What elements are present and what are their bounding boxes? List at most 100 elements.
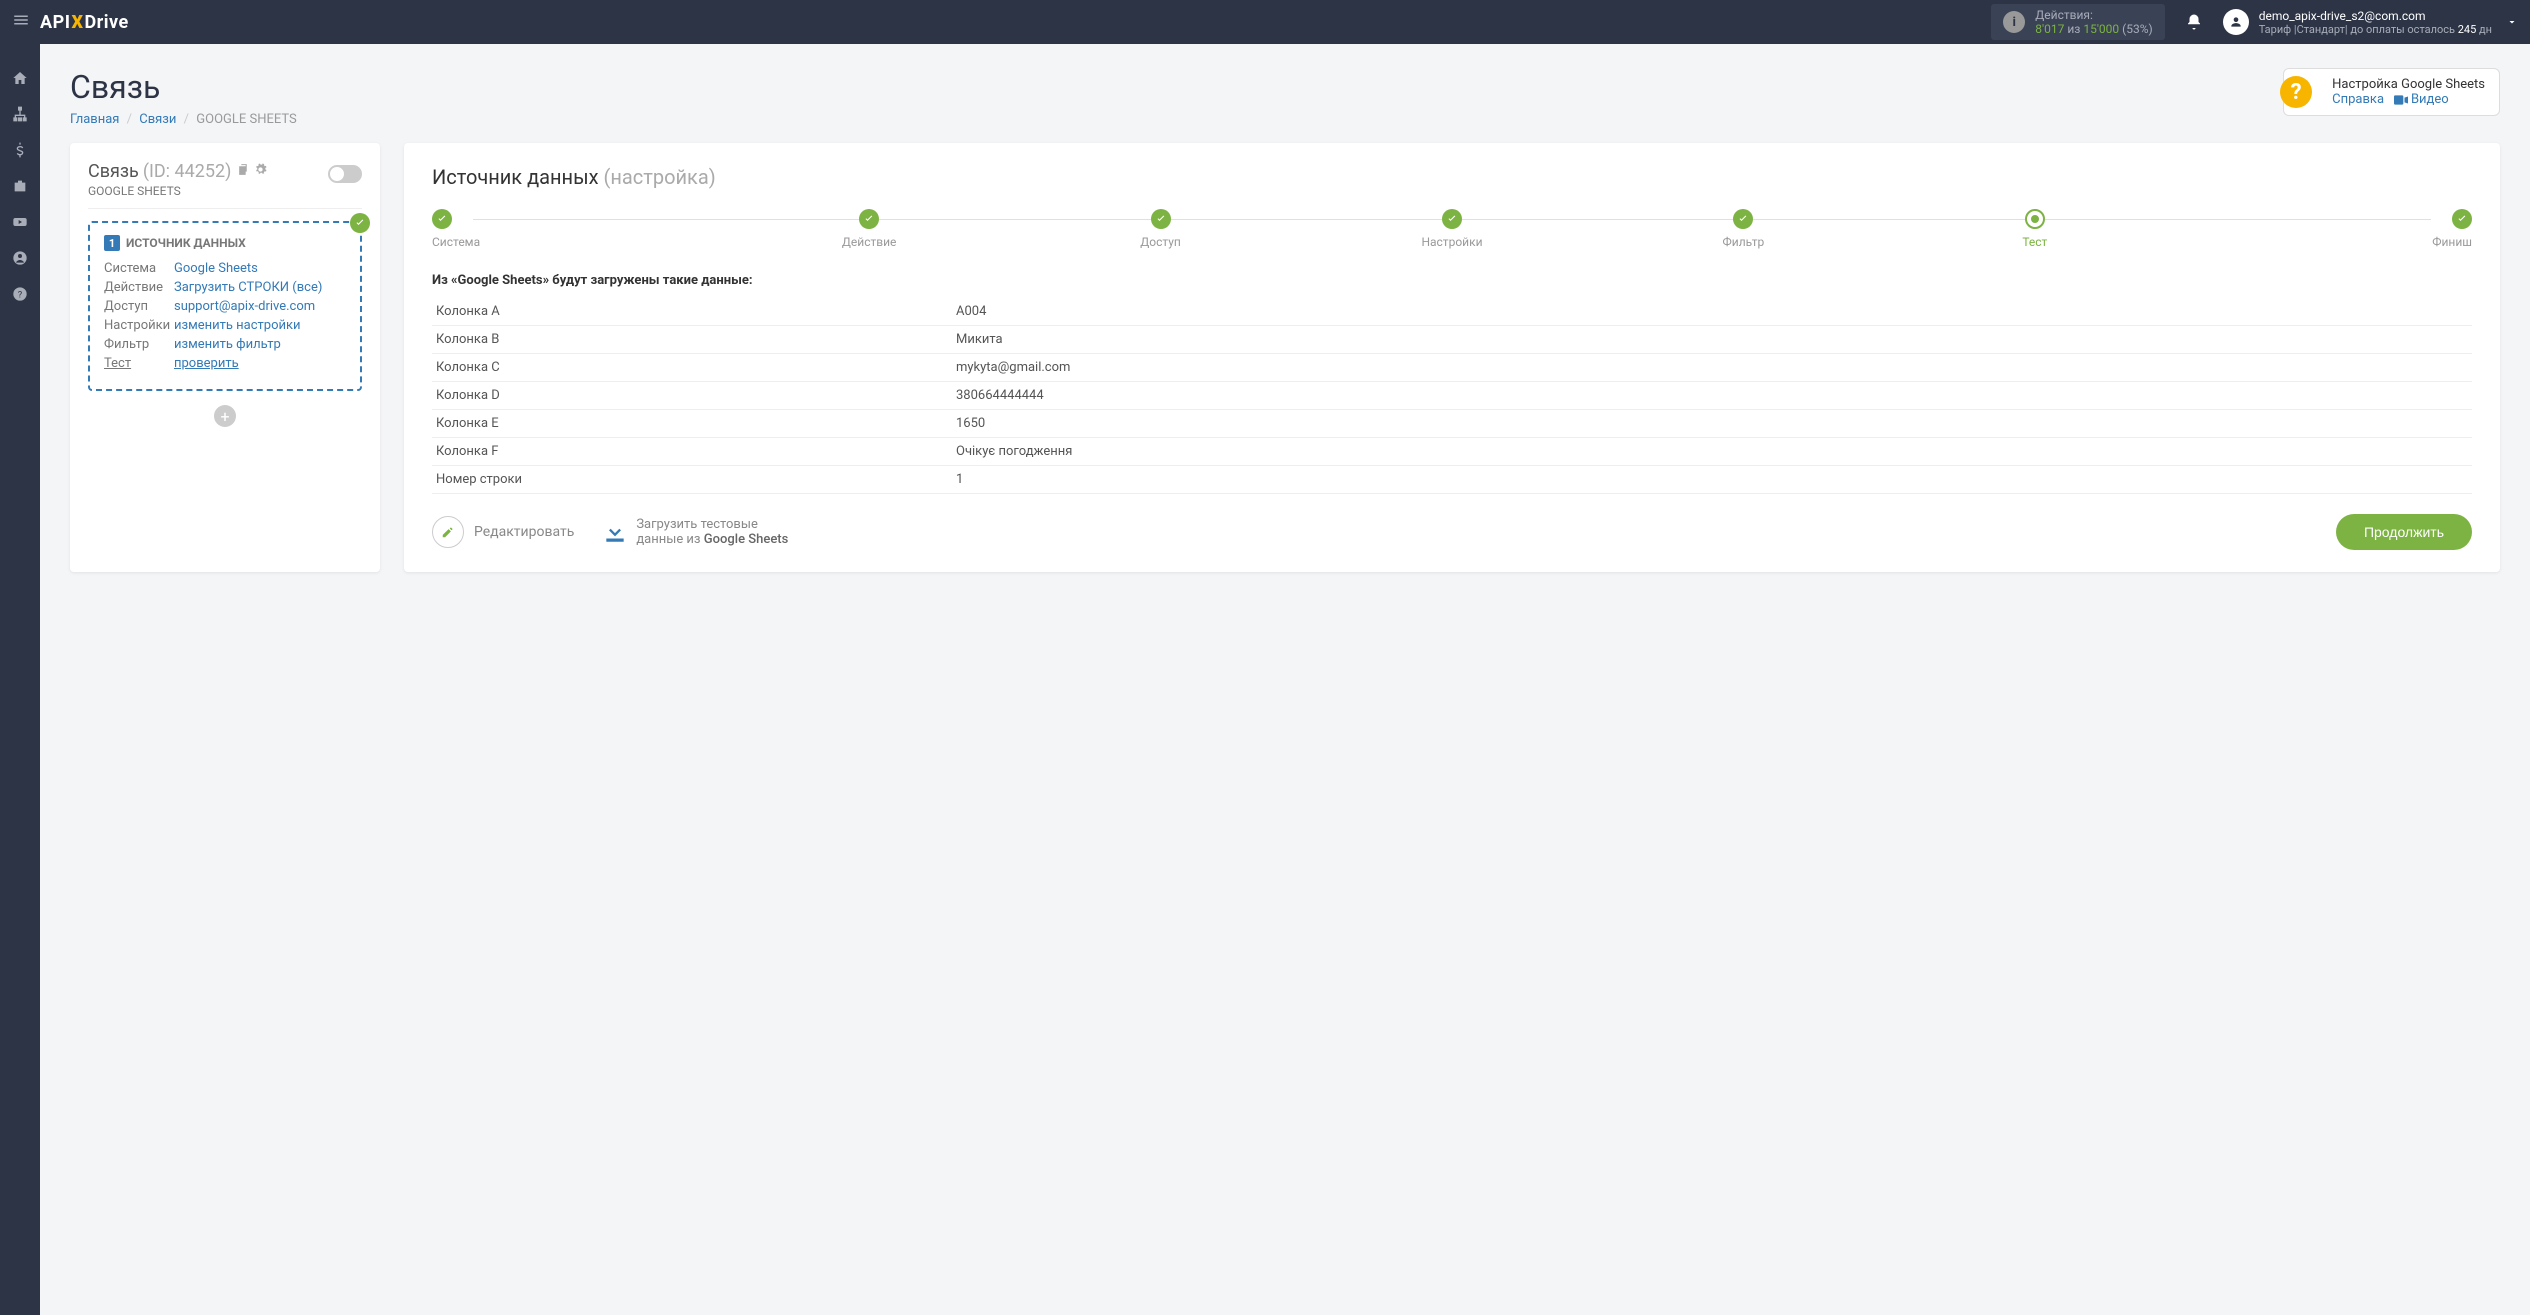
actions-of: из <box>2067 22 2080 36</box>
source-row-value[interactable]: support@apix-drive.com <box>174 299 315 314</box>
step-label: Действие <box>842 235 897 249</box>
table-value: 1650 <box>952 410 2472 438</box>
logo-pre: API <box>40 12 70 33</box>
continue-button[interactable]: Продолжить <box>2336 514 2472 550</box>
source-box: 1 ИСТОЧНИК ДАННЫХ СистемаGoogle Sheets Де… <box>88 221 362 391</box>
step-dot <box>1733 209 1753 229</box>
source-row-label: Фильтр <box>104 337 174 352</box>
connection-title: Связь <box>88 161 139 182</box>
source-row: ДействиеЗагрузить СТРОКИ (все) <box>104 280 346 295</box>
table-key: Колонка C <box>432 354 952 382</box>
breadcrumb: Главная / Связи / GOOGLE SHEETS <box>70 112 297 127</box>
table-row: Номер строки1 <box>432 466 2472 494</box>
source-row-value[interactable]: Google Sheets <box>174 261 258 276</box>
sidebar-work[interactable] <box>0 168 40 204</box>
breadcrumb-links[interactable]: Связи <box>139 112 176 127</box>
actions-total: 15'000 <box>2083 22 2119 36</box>
table-row: Колонка E1650 <box>432 410 2472 438</box>
source-row-value[interactable]: проверить <box>174 356 239 371</box>
copy-icon[interactable] <box>237 163 250 176</box>
table-row: Колонка AA004 <box>432 298 2472 326</box>
step-label: Тест <box>2022 235 2047 249</box>
data-source-card: Источник данных (настройка) СистемаДейст… <box>404 143 2500 572</box>
sidebar-billing[interactable] <box>0 132 40 168</box>
sidebar-video[interactable] <box>0 204 40 240</box>
sidebar: ? <box>0 44 40 1315</box>
page-title: Связь <box>70 68 297 106</box>
table-row: Колонка D380664444444 <box>432 382 2472 410</box>
step-label: Доступ <box>1140 235 1181 249</box>
edit-label: Редактировать <box>474 524 574 540</box>
data-table: Колонка AA004Колонка BМикитаКолонка Cmyk… <box>432 298 2472 494</box>
info-icon: i <box>2003 11 2025 33</box>
actions-pct: (53%) <box>2122 22 2153 36</box>
user-icon <box>2229 15 2243 29</box>
logo[interactable]: APIXDrive <box>40 12 129 33</box>
actions-label: Действия: <box>2035 8 2152 22</box>
step-label: Настройки <box>1421 235 1482 249</box>
help-question-icon: ? <box>2280 76 2312 108</box>
table-value: A004 <box>952 298 2472 326</box>
actions-counter[interactable]: i Действия: 8'017 из 15'000 (53%) <box>1991 4 2164 40</box>
step-настройки[interactable]: Настройки <box>1306 209 1597 249</box>
briefcase-icon <box>12 178 28 194</box>
step-label: Система <box>432 235 480 249</box>
table-value: Очікує погодження <box>952 438 2472 466</box>
source-row-value[interactable]: Загрузить СТРОКИ (все) <box>174 280 322 295</box>
table-value: 380664444444 <box>952 382 2472 410</box>
step-доступ[interactable]: Доступ <box>1015 209 1306 249</box>
gear-icon[interactable] <box>254 163 267 176</box>
source-row-label: Тест <box>104 356 174 371</box>
table-row: Колонка Cmykyta@gmail.com <box>432 354 2472 382</box>
load-test-button[interactable]: Загрузить тестовые данные из Google Shee… <box>602 517 788 547</box>
source-row-label: Действие <box>104 280 174 295</box>
step-фильтр[interactable]: Фильтр <box>1598 209 1889 249</box>
actions-text: Действия: 8'017 из 15'000 (53%) <box>2035 8 2152 36</box>
youtube-icon <box>12 214 28 230</box>
connection-toggle[interactable] <box>328 165 362 183</box>
hamburger-icon <box>12 11 30 29</box>
source-number: 1 <box>104 235 120 251</box>
help-link[interactable]: Справка <box>2332 92 2384 107</box>
source-row: Фильтризменить фильтр <box>104 337 346 352</box>
user-text: demo_apix-drive_s2@com.com Тариф |Станда… <box>2259 9 2492 36</box>
source-title: ИСТОЧНИК ДАННЫХ <box>126 236 246 250</box>
step-dot <box>2025 209 2045 229</box>
sidebar-home[interactable] <box>0 60 40 96</box>
menu-button[interactable] <box>12 11 30 33</box>
sidebar-profile[interactable] <box>0 240 40 276</box>
table-value: mykyta@gmail.com <box>952 354 2472 382</box>
table-key: Колонка D <box>432 382 952 410</box>
check-icon <box>350 213 370 233</box>
source-row-value[interactable]: изменить фильтр <box>174 337 281 352</box>
step-dot <box>859 209 879 229</box>
step-bar: Система Действие Доступ Настройки Фильтр Тест… <box>432 209 2472 249</box>
edit-button[interactable]: Редактировать <box>432 516 574 548</box>
user-email: demo_apix-drive_s2@com.com <box>2259 9 2492 23</box>
source-row: СистемаGoogle Sheets <box>104 261 346 276</box>
breadcrumb-home[interactable]: Главная <box>70 112 119 127</box>
top-header: APIXDrive i Действия: 8'017 из 15'000 (5… <box>0 0 2530 44</box>
step-система[interactable]: Система <box>432 209 723 249</box>
connection-card: Связь (ID: 44252) GOOGLE SHEETS 1 ИСТОЧН… <box>70 143 380 572</box>
source-row-value[interactable]: изменить настройки <box>174 318 301 333</box>
breadcrumb-current: GOOGLE SHEETS <box>196 112 296 127</box>
add-button[interactable]: + <box>214 405 236 427</box>
step-тест[interactable]: Тест <box>1889 209 2180 249</box>
step-финиш[interactable]: Финиш <box>2181 209 2472 249</box>
tariff-pre: Тариф |Стандарт| до оплаты осталось <box>2259 23 2455 36</box>
source-row-label: Настройки <box>104 318 174 333</box>
main-content: Связь Главная / Связи / GOOGLE SHEETS ? … <box>40 44 2530 1315</box>
sidebar-help[interactable]: ? <box>0 276 40 312</box>
user-menu[interactable]: demo_apix-drive_s2@com.com Тариф |Станда… <box>2223 9 2518 36</box>
step-действие[interactable]: Действие <box>723 209 1014 249</box>
bell-icon[interactable] <box>2185 13 2203 31</box>
table-row: Колонка BМикита <box>432 326 2472 354</box>
sidebar-connections[interactable] <box>0 96 40 132</box>
tariff-post: дн <box>2479 23 2492 36</box>
data-table-title: Из «Google Sheets» будут загружены такие… <box>432 273 2472 288</box>
video-link[interactable]: Видео <box>2411 92 2449 107</box>
chevron-down-icon <box>2506 16 2518 28</box>
question-icon: ? <box>12 286 28 302</box>
source-row-label: Доступ <box>104 299 174 314</box>
